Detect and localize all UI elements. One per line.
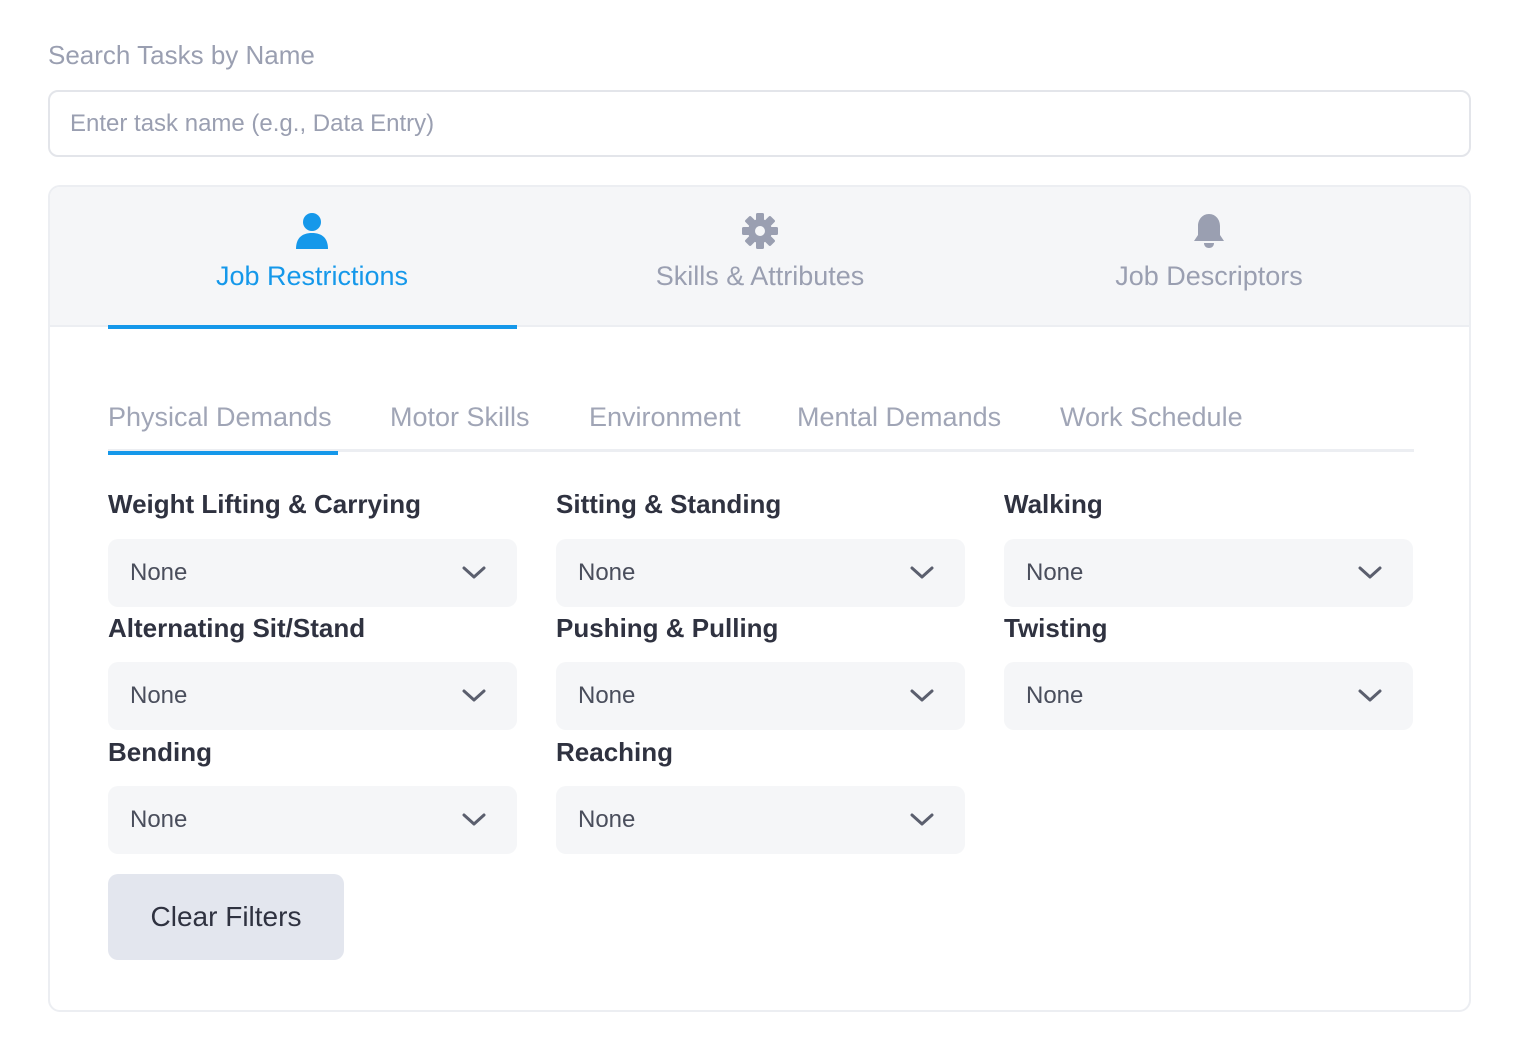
select-pushing-pulling[interactable]: None xyxy=(556,662,965,730)
subtab-label: Motor Skills xyxy=(390,402,530,432)
chevron-down-icon xyxy=(909,563,935,583)
select-value: None xyxy=(578,806,636,833)
user-icon xyxy=(293,211,331,251)
chevron-down-icon xyxy=(461,686,487,706)
select-walking[interactable]: None xyxy=(1004,539,1413,607)
active-tab-indicator xyxy=(108,325,517,329)
gear-icon xyxy=(741,211,779,251)
chevron-down-icon xyxy=(1357,686,1383,706)
tab-label: Skills & Attributes xyxy=(655,261,865,291)
subtab-motor-skills[interactable]: Motor Skills xyxy=(390,392,530,452)
filter-card: Job Restrictions Skills & Attributes Job… xyxy=(48,185,1471,1012)
field-label-reaching: Reaching xyxy=(556,737,674,767)
select-twisting[interactable]: None xyxy=(1004,662,1413,730)
search-label: Search Tasks by Name xyxy=(48,40,315,70)
active-subtab-indicator xyxy=(108,451,338,455)
subtab-physical-demands[interactable]: Physical Demands xyxy=(108,392,338,455)
select-value: None xyxy=(130,559,188,586)
tab-job-descriptors[interactable]: Job Descriptors xyxy=(1005,187,1413,327)
task-filter-page: Search Tasks by Name Job Restrictions xyxy=(0,0,1516,1056)
subtab-mental-demands[interactable]: Mental Demands xyxy=(797,392,1001,452)
select-reaching[interactable]: None xyxy=(556,786,965,854)
tab-label: Job Restrictions xyxy=(215,261,409,291)
select-value: None xyxy=(578,682,636,709)
chevron-down-icon xyxy=(909,686,935,706)
tab-skills-attributes[interactable]: Skills & Attributes xyxy=(556,187,964,327)
select-value: None xyxy=(1026,559,1084,586)
select-value: None xyxy=(578,559,636,586)
field-label-pushing-pulling: Pushing & Pulling xyxy=(556,613,779,643)
select-sitting-standing[interactable]: None xyxy=(556,539,965,607)
field-label-bending: Bending xyxy=(108,737,212,767)
bell-icon xyxy=(1190,211,1228,251)
select-value: None xyxy=(130,806,188,833)
select-bending[interactable]: None xyxy=(108,786,517,854)
chevron-down-icon xyxy=(461,563,487,583)
subtab-label: Work Schedule xyxy=(1060,402,1243,432)
clear-filters-button[interactable]: Clear Filters xyxy=(108,874,344,960)
tab-label: Job Descriptors xyxy=(1115,261,1303,291)
subtab-label: Physical Demands xyxy=(108,402,332,432)
chevron-down-icon xyxy=(1357,563,1383,583)
tab-job-restrictions[interactable]: Job Restrictions xyxy=(108,187,516,327)
select-weight-lifting[interactable]: None xyxy=(108,539,517,607)
search-input[interactable] xyxy=(48,90,1471,157)
sub-tab-bar: Physical Demands Motor Skills Environmen… xyxy=(108,392,1414,455)
subtab-work-schedule[interactable]: Work Schedule xyxy=(1060,392,1243,452)
chevron-down-icon xyxy=(461,810,487,830)
subtab-environment[interactable]: Environment xyxy=(589,392,741,452)
top-tab-bar: Job Restrictions Skills & Attributes Job… xyxy=(50,187,1469,329)
field-label-weight-lifting: Weight Lifting & Carrying xyxy=(108,489,421,519)
select-value: None xyxy=(1026,682,1084,709)
select-alternating-sit-stand[interactable]: None xyxy=(108,662,517,730)
subtab-label: Environment xyxy=(589,402,741,432)
field-label-alternating-sit-stand: Alternating Sit/Stand xyxy=(108,613,366,643)
chevron-down-icon xyxy=(909,810,935,830)
field-label-walking: Walking xyxy=(1004,489,1103,519)
field-label-sitting-standing: Sitting & Standing xyxy=(556,489,782,519)
subtab-label: Mental Demands xyxy=(797,402,1002,432)
select-value: None xyxy=(130,682,188,709)
field-label-twisting: Twisting xyxy=(1004,613,1108,643)
